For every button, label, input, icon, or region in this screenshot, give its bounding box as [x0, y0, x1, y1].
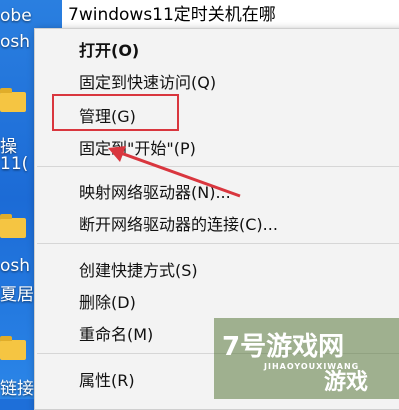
watermark: 7号游戏网 JIHAOYOUXIWANG 游戏: [214, 318, 399, 399]
watermark-tag: 游戏: [324, 370, 369, 395]
watermark-main: 7号游戏网: [222, 332, 345, 362]
